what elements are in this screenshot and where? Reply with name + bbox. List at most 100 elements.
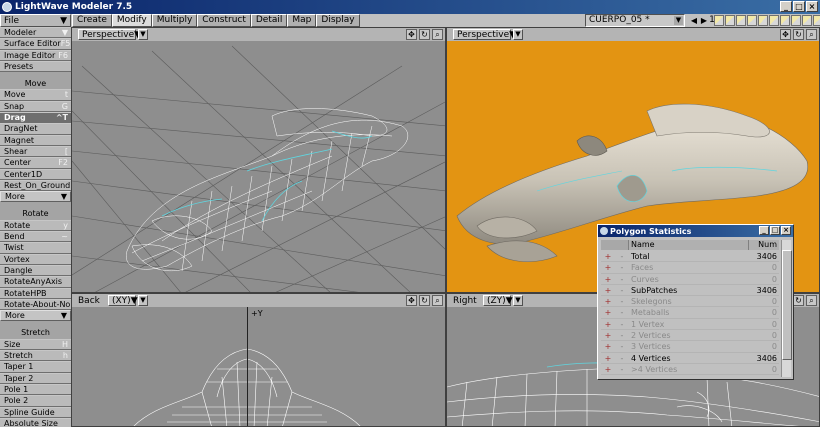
tab-create[interactable]: Create: [72, 14, 112, 27]
layer-button[interactable]: [791, 15, 801, 26]
tool-center[interactable]: Center F2: [0, 157, 71, 169]
tool-taper-1[interactable]: Taper 1: [0, 361, 71, 373]
tool-rotate-about-no-[interactable]: Rotate-About-No...: [0, 298, 71, 311]
more-button[interactable]: More ▼: [0, 310, 71, 322]
panel-title-bar[interactable]: Polygon Statistics _ □ ×: [598, 225, 793, 237]
deselect-minus-icon[interactable]: -: [615, 296, 629, 306]
deselect-minus-icon[interactable]: -: [615, 307, 629, 317]
tool-absolute-size[interactable]: Absolute Size: [0, 417, 71, 427]
tab-detail[interactable]: Detail: [250, 14, 288, 27]
tool-spline-guide[interactable]: Spline Guide: [0, 406, 71, 418]
more-button[interactable]: More ▼: [0, 191, 71, 203]
tool-pole-2[interactable]: Pole 2: [0, 395, 71, 407]
tool-shear[interactable]: Shear [: [0, 145, 71, 158]
select-plus-icon[interactable]: +: [601, 307, 615, 317]
tool-size[interactable]: Size H: [0, 338, 71, 351]
tool-pole-1[interactable]: Pole 1: [0, 383, 71, 396]
tab-modify[interactable]: Modify: [111, 14, 152, 27]
axis-dropdown[interactable]: (ZY) ▼: [483, 295, 513, 306]
deselect-minus-icon[interactable]: -: [615, 341, 629, 351]
tool-taper-2[interactable]: Taper 2: [0, 372, 71, 384]
num-column-header[interactable]: Num: [749, 240, 779, 250]
stats-row[interactable]: + - Metaballs 0: [601, 307, 779, 319]
rotate-view-icon[interactable]: ↻: [793, 295, 804, 306]
tool-dragnet[interactable]: DragNet: [0, 123, 71, 135]
tab-multiply[interactable]: Multiply: [151, 14, 198, 27]
stats-row[interactable]: + -3 Vertices 0: [601, 341, 779, 353]
view-type-dropdown[interactable]: Perspective▼: [453, 29, 516, 40]
zoom-icon[interactable]: ⌕: [432, 29, 443, 40]
minimize-button[interactable]: _: [759, 226, 769, 235]
tool-surface-editor[interactable]: Surface Editor F5: [0, 38, 71, 50]
axis-dropdown[interactable]: (XY) ▼: [108, 295, 138, 306]
select-plus-icon[interactable]: +: [601, 262, 615, 272]
stats-scrollbar[interactable]: [781, 240, 792, 377]
stats-row[interactable]: + -1 Vertex 0: [601, 319, 779, 331]
tool-snap[interactable]: Snap G: [0, 100, 71, 113]
deselect-minus-icon[interactable]: -: [615, 285, 629, 295]
stats-row[interactable]: + -4 Vertices 3406: [601, 353, 779, 364]
minimize-button[interactable]: _: [780, 1, 792, 12]
display-mode-button[interactable]: ▼: [138, 295, 148, 306]
tool-rotatehpb[interactable]: RotateHPB: [0, 287, 71, 299]
layer-button[interactable]: [714, 15, 724, 26]
select-plus-icon[interactable]: +: [601, 285, 615, 295]
deselect-minus-icon[interactable]: -: [615, 262, 629, 272]
viewport-bottom-left[interactable]: Back (XY) ▼ ▼ ✥ ↻ ⌕ +Y: [71, 293, 446, 427]
display-mode-button[interactable]: ▼: [138, 29, 148, 40]
zoom-icon[interactable]: ⌕: [806, 29, 817, 40]
maximize-button[interactable]: □: [793, 1, 805, 12]
deselect-minus-icon[interactable]: -: [615, 364, 629, 374]
deselect-minus-icon[interactable]: -: [615, 251, 629, 261]
zoom-icon[interactable]: ⌕: [806, 295, 817, 306]
deselect-minus-icon[interactable]: -: [615, 330, 629, 340]
deselect-minus-icon[interactable]: -: [615, 274, 629, 284]
layer-button[interactable]: [802, 15, 812, 26]
select-plus-icon[interactable]: +: [601, 364, 615, 374]
select-plus-icon[interactable]: +: [601, 353, 615, 363]
rotate-view-icon[interactable]: ↻: [793, 29, 804, 40]
deselect-minus-icon[interactable]: -: [615, 353, 629, 363]
select-plus-icon[interactable]: +: [601, 274, 615, 284]
layer-button[interactable]: [813, 15, 820, 26]
file-menu-button[interactable]: File ▼: [0, 14, 71, 27]
pan-icon[interactable]: ✥: [406, 29, 417, 40]
viewport-canvas[interactable]: [72, 41, 445, 292]
layer-button[interactable]: [758, 15, 768, 26]
layer-button[interactable]: [736, 15, 746, 26]
maximize-button[interactable]: □: [770, 226, 780, 235]
viewport-canvas[interactable]: +Y: [72, 307, 445, 426]
stats-row[interactable]: + - Curves 0: [601, 274, 779, 285]
tab-map[interactable]: Map: [287, 14, 317, 27]
tool-vortex[interactable]: Vortex: [0, 253, 71, 265]
select-plus-icon[interactable]: +: [601, 251, 615, 261]
stats-row[interactable]: + -2 Vertices 0: [601, 330, 779, 342]
pan-icon[interactable]: ✥: [780, 29, 791, 40]
rotate-view-icon[interactable]: ↻: [419, 29, 430, 40]
tab-construct[interactable]: Construct: [197, 14, 251, 27]
layer-button[interactable]: [747, 15, 757, 26]
layer-button[interactable]: [725, 15, 735, 26]
close-button[interactable]: ×: [806, 1, 818, 12]
stats-row[interactable]: + - Skelegons 0: [601, 296, 779, 308]
display-mode-button[interactable]: ▼: [513, 295, 523, 306]
tool-move[interactable]: Move t: [0, 89, 71, 101]
view-type-dropdown[interactable]: Perspective▼: [78, 29, 141, 40]
deselect-minus-icon[interactable]: -: [615, 319, 629, 329]
tool-modeler[interactable]: Modeler ▼: [0, 27, 71, 39]
layer-button[interactable]: [780, 15, 790, 26]
zoom-icon[interactable]: ⌕: [432, 295, 443, 306]
select-plus-icon[interactable]: +: [601, 330, 615, 340]
scrollbar-thumb[interactable]: [782, 250, 792, 360]
tool-rotateanyaxis[interactable]: RotateAnyAxis: [0, 276, 71, 288]
tool-twist[interactable]: Twist: [0, 242, 71, 254]
stats-row[interactable]: + - SubPatches 3406: [601, 285, 779, 297]
tool-rotate[interactable]: Rotate y: [0, 219, 71, 232]
pan-icon[interactable]: ✥: [406, 295, 417, 306]
layer-button[interactable]: [769, 15, 779, 26]
tool-bend[interactable]: Bend ~: [0, 231, 71, 243]
tool-rest-on-ground[interactable]: Rest_On_Ground: [0, 179, 71, 192]
stats-row[interactable]: + - >4 Vertices 0: [601, 364, 779, 376]
select-plus-icon[interactable]: +: [601, 319, 615, 329]
tool-magnet[interactable]: Magnet: [0, 134, 71, 146]
